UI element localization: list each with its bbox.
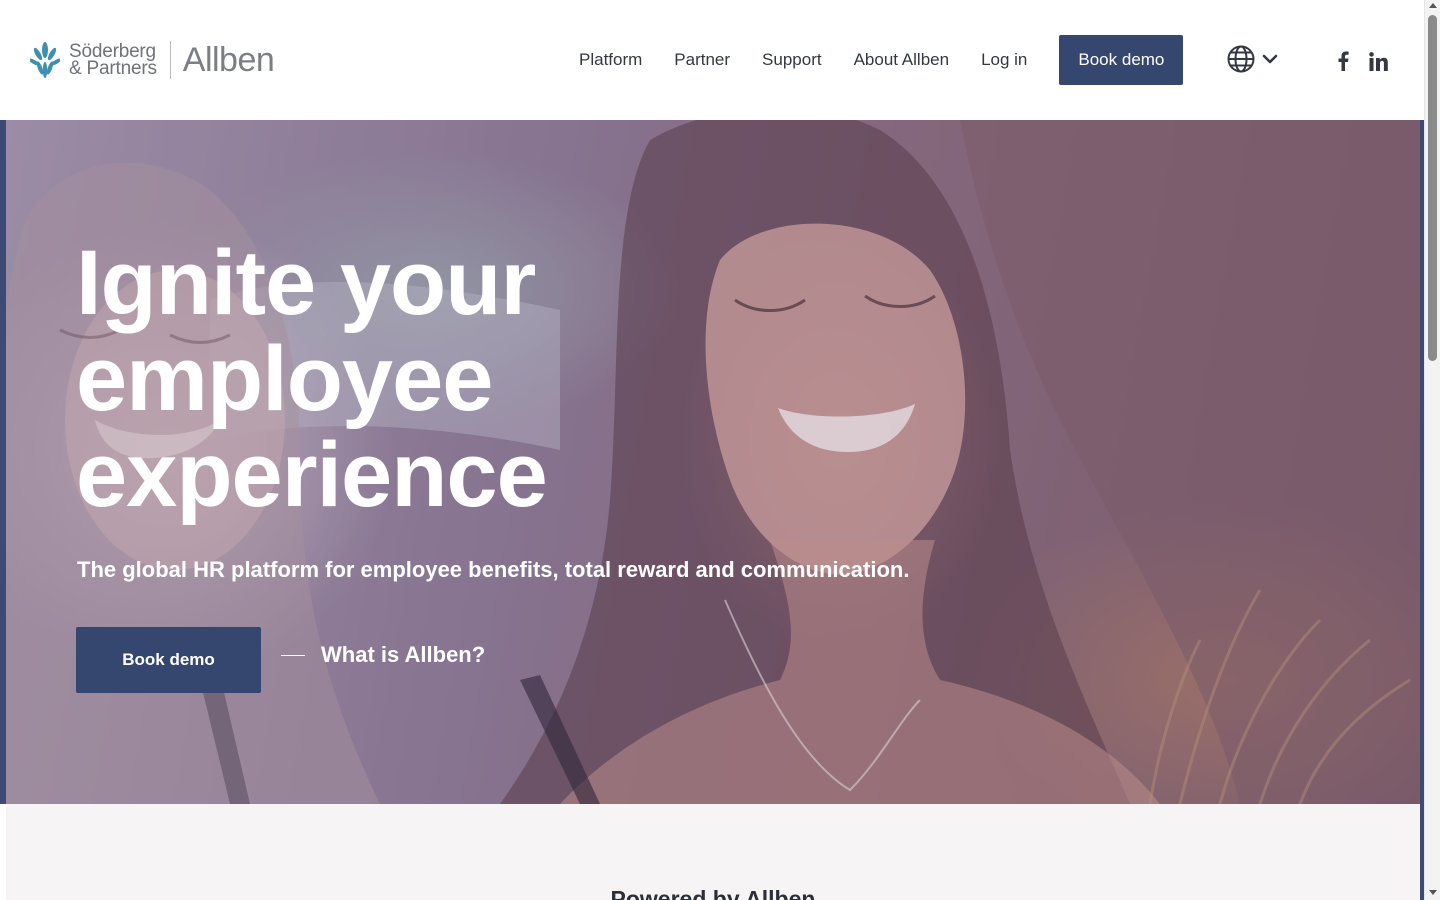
logo-divider [169,41,171,79]
hero-left-border [0,120,6,804]
header-book-demo-button[interactable]: Book demo [1059,35,1184,85]
brand-name: Allben [182,40,275,79]
hero-section: Ignite your employee experience The glob… [0,120,1424,804]
vertical-scrollbar[interactable] [1424,0,1440,900]
language-selector[interactable] [1227,45,1278,73]
nav-support[interactable]: Support [762,50,822,70]
chevron-down-icon [1262,54,1278,64]
site-header: Söderberg & Partners Allben Platform Par… [0,0,1424,120]
hero-subtitle: The global HR platform for employee bene… [77,557,910,582]
nav-about-allben[interactable]: About Allben [854,50,949,70]
linkedin-icon[interactable] [1369,52,1388,71]
nav-partner[interactable]: Partner [674,50,730,70]
nav-log-in[interactable]: Log in [981,50,1027,70]
parent-brand-name: Söderberg & Partners [69,42,157,79]
soderberg-leaf-icon [30,42,60,78]
link-dash [281,654,305,656]
powered-by-section: Powered by Allben [6,804,1420,900]
brand-logo[interactable]: Söderberg & Partners Allben [30,40,275,80]
facebook-icon[interactable] [1336,51,1350,71]
hero-book-demo-button[interactable]: Book demo [76,627,261,693]
parent-brand-line2: & Partners [69,58,157,79]
scroll-thumb[interactable] [1428,15,1437,361]
scroll-down-arrow-icon[interactable] [1429,890,1437,895]
hero-title: Ignite your employee experience [76,232,548,526]
main-nav: Platform Partner Support About Allben Lo… [579,35,1184,85]
nav-platform[interactable]: Platform [579,50,642,70]
what-is-allben-link[interactable]: What is Allben? [281,642,485,668]
scroll-up-arrow-icon[interactable] [1429,3,1437,8]
globe-icon [1227,45,1255,73]
powered-by-heading: Powered by Allben [610,886,816,900]
what-is-allben-label: What is Allben? [321,642,486,667]
